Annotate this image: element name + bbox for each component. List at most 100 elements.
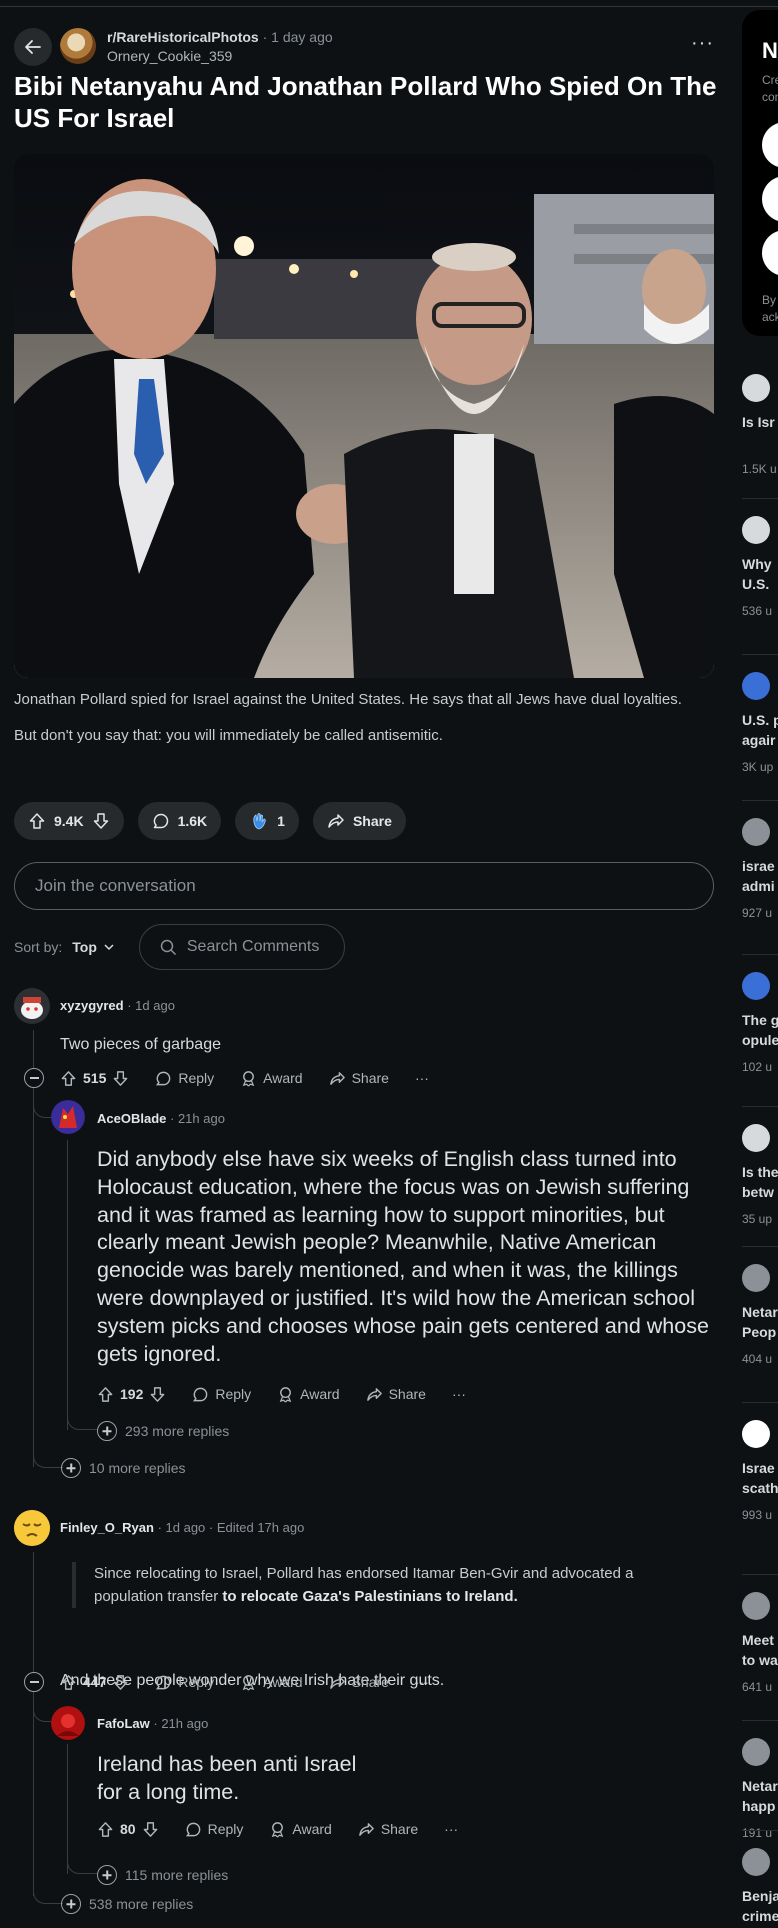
related-post-item[interactable]: Netar Peop 404 u: [742, 1264, 778, 1366]
related-post-item[interactable]: The g opule 102 u: [742, 972, 778, 1074]
thread-connector: [67, 1854, 97, 1874]
reply-button[interactable]: Reply: [155, 1070, 214, 1087]
related-post-upvotes: 993 u: [742, 1508, 773, 1522]
post-image[interactable]: [14, 154, 714, 678]
comment-username[interactable]: Finley_O_Ryan: [60, 1520, 154, 1535]
thread-line[interactable]: [33, 1552, 34, 1896]
post-overflow-menu-button[interactable]: ···: [691, 32, 714, 55]
related-post-item[interactable]: Why U.S. 536 u: [742, 516, 778, 618]
related-post-item[interactable]: Is Isr 1.5K u: [742, 374, 778, 476]
related-post-item[interactable]: Is the betw 35 up: [742, 1124, 778, 1226]
related-post-upvotes: 3K up: [742, 760, 774, 774]
community-icon: [742, 1420, 770, 1448]
search-comments-placeholder: Search Comments: [186, 938, 320, 955]
downvote-icon[interactable]: [112, 1070, 129, 1087]
sort-bar: Sort by: Top Search Comments: [14, 924, 345, 970]
upvote-icon[interactable]: [60, 1674, 77, 1691]
post-author[interactable]: Ornery_Cookie_359: [107, 48, 232, 64]
reply-button[interactable]: Reply: [185, 1821, 243, 1838]
sidebar-divider: [742, 498, 778, 499]
thread-line[interactable]: [33, 1030, 34, 1467]
downvote-icon[interactable]: [149, 1386, 166, 1403]
downvote-icon[interactable]: [142, 1821, 159, 1838]
community-icon: [742, 972, 770, 1000]
comment-username[interactable]: FafoLaw: [97, 1716, 150, 1731]
comment-vote: 80: [97, 1821, 159, 1838]
award-button[interactable]: Award: [240, 1674, 303, 1691]
sort-label: Sort by:: [14, 939, 63, 955]
downvote-icon[interactable]: [92, 812, 110, 830]
thread-line[interactable]: [67, 1140, 68, 1430]
comment-overflow-button[interactable]: ···: [452, 1386, 466, 1402]
avatar[interactable]: [51, 1706, 85, 1740]
upvote-icon[interactable]: [28, 812, 46, 830]
related-post-item[interactable]: Israe scath 993 u: [742, 1420, 778, 1522]
avatar[interactable]: [51, 1100, 85, 1134]
subreddit-avatar[interactable]: [60, 28, 96, 64]
comment-overflow-button[interactable]: ···: [415, 1674, 429, 1690]
upvote-icon[interactable]: [97, 1821, 114, 1838]
promo-option-button[interactable]: [762, 230, 778, 276]
sidebar-divider: [742, 1246, 778, 1247]
collapse-thread-button[interactable]: [24, 1068, 44, 1088]
sidebar-divider: [742, 800, 778, 801]
more-replies-button[interactable]: 115 more replies: [97, 1865, 228, 1885]
community-icon: [742, 1592, 770, 1620]
reply-button[interactable]: Reply: [192, 1386, 251, 1403]
thread-connector: [33, 1446, 63, 1468]
award-icon: [279, 1386, 292, 1402]
sort-dropdown[interactable]: Top: [72, 939, 97, 955]
join-conversation-input[interactable]: Join the conversation: [14, 862, 714, 910]
share-button[interactable]: Share: [329, 1070, 389, 1087]
post-title: Bibi Netanyahu And Jonathan Pollard Who …: [14, 71, 717, 133]
more-replies-label: 115 more replies: [125, 1867, 229, 1883]
promo-option-button[interactable]: [762, 122, 778, 168]
reply-button[interactable]: Reply: [155, 1674, 214, 1691]
related-post-upvotes: 35 up: [742, 1212, 773, 1226]
comment-username[interactable]: AceOBlade: [97, 1111, 166, 1126]
related-post-item[interactable]: U.S. p agair 3K up: [742, 672, 778, 774]
related-post-item[interactable]: israe admi 927 u: [742, 818, 778, 920]
share-button[interactable]: Share: [312, 802, 406, 840]
thread-connector: [67, 1410, 97, 1430]
comment-time: 1d ago: [135, 998, 175, 1013]
award-icon: [242, 1674, 255, 1690]
share-button[interactable]: Share: [358, 1821, 418, 1838]
share-icon: [358, 1822, 374, 1836]
award-button[interactable]: Award: [269, 1821, 332, 1838]
related-post-item[interactable]: Meet to wa 641 u: [742, 1592, 778, 1694]
share-button[interactable]: Share: [329, 1674, 389, 1691]
promo-option-button[interactable]: [762, 176, 778, 222]
share-icon: [328, 814, 344, 828]
share-button[interactable]: Share: [366, 1386, 426, 1403]
comment-vote: 447: [60, 1674, 129, 1691]
award-button[interactable]: Award: [277, 1386, 340, 1403]
related-post-item[interactable]: Netar happ 191 u: [742, 1738, 778, 1840]
comment-overflow-button[interactable]: ···: [415, 1070, 429, 1086]
award-button[interactable]: 1: [235, 802, 299, 840]
comment-overflow-button[interactable]: ···: [444, 1821, 458, 1837]
avatar[interactable]: [14, 1510, 50, 1546]
community-icon: [742, 1848, 770, 1876]
upvote-icon[interactable]: [97, 1386, 114, 1403]
collapse-thread-button[interactable]: [24, 1672, 44, 1692]
more-replies-button[interactable]: 10 more replies: [61, 1458, 186, 1478]
sidebar-divider: [742, 1830, 778, 1831]
more-replies-button[interactable]: 538 more replies: [61, 1894, 193, 1914]
search-comments-input[interactable]: Search Comments: [138, 924, 345, 970]
related-post-item[interactable]: Benja crime: [742, 1848, 778, 1926]
award-button[interactable]: Award: [240, 1070, 303, 1087]
more-replies-button[interactable]: 293 more replies: [97, 1421, 229, 1441]
comment-username[interactable]: xyzygyred: [60, 998, 124, 1013]
downvote-icon[interactable]: [112, 1674, 129, 1691]
award-hand-icon: [253, 813, 266, 830]
comments-button[interactable]: 1.6K: [137, 802, 222, 840]
upvote-icon[interactable]: [60, 1070, 77, 1087]
search-icon: [160, 939, 176, 955]
subreddit-name[interactable]: r/RareHistoricalPhotos: [107, 29, 259, 45]
comment-body-line: Ireland has been anti Israel: [97, 1752, 357, 1776]
back-button[interactable]: [14, 28, 52, 66]
chevron-down-icon[interactable]: [103, 941, 115, 953]
avatar[interactable]: [14, 988, 50, 1024]
arrow-left-icon: [25, 40, 41, 54]
